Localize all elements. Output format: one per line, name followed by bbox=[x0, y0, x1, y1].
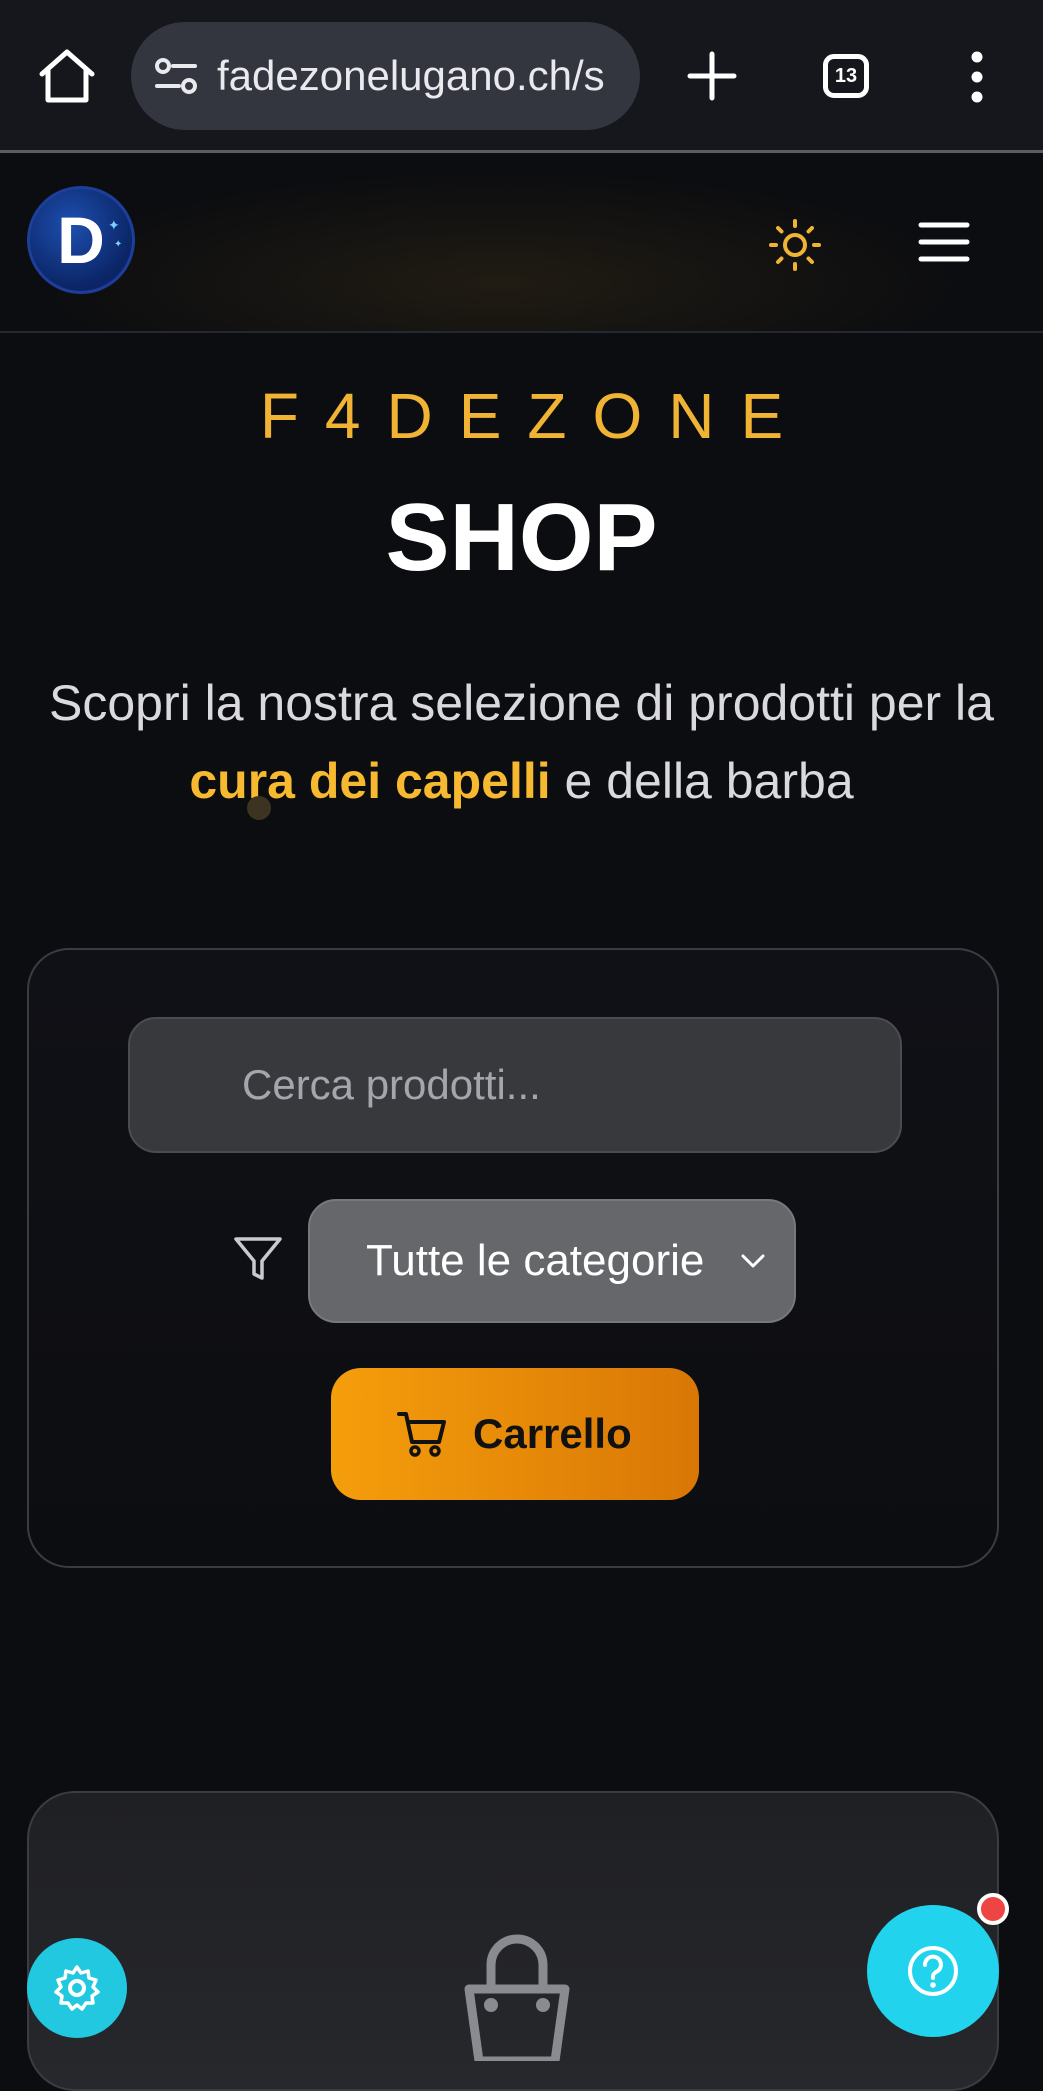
category-select-value: Tutte le categorie bbox=[366, 1236, 705, 1285]
help-icon bbox=[908, 1946, 958, 1996]
sparkle-icon: ✦ bbox=[114, 239, 123, 250]
sun-icon[interactable] bbox=[765, 215, 825, 275]
decorative-dot bbox=[247, 796, 271, 820]
plus-icon[interactable] bbox=[686, 50, 738, 102]
page-title: SHOP bbox=[385, 484, 658, 591]
cart-icon bbox=[397, 1412, 446, 1457]
product-card[interactable] bbox=[27, 1791, 999, 2091]
browser-toolbar: fadezonelugano.ch/s 13 bbox=[0, 0, 1043, 153]
address-bar[interactable]: fadezonelugano.ch/s bbox=[131, 22, 640, 130]
site-header: D ✦ ✦ bbox=[0, 153, 1043, 333]
chevron-down-icon bbox=[741, 1254, 765, 1268]
site-logo[interactable]: D ✦ ✦ bbox=[27, 186, 135, 294]
page-subtitle: Scopri la nostra selezione di prodotti p… bbox=[20, 664, 1023, 820]
sparkle-icon: ✦ bbox=[108, 217, 120, 233]
site-settings-icon[interactable] bbox=[153, 56, 199, 96]
shopping-bag-icon bbox=[464, 1934, 570, 2061]
settings-fab[interactable] bbox=[27, 1938, 127, 2038]
gear-icon bbox=[54, 1965, 100, 2011]
home-icon[interactable] bbox=[36, 48, 98, 104]
notification-badge bbox=[977, 1893, 1009, 1925]
filter-icon bbox=[234, 1237, 282, 1280]
subtitle-text-end: e della barba bbox=[550, 753, 854, 809]
url-text[interactable]: fadezonelugano.ch/s bbox=[217, 50, 605, 102]
category-select[interactable]: Tutte le categorie bbox=[308, 1199, 796, 1323]
search-input[interactable] bbox=[128, 1017, 902, 1153]
help-fab[interactable] bbox=[867, 1905, 999, 2037]
brand-name: F4DEZONE bbox=[259, 380, 810, 452]
more-vert-icon[interactable] bbox=[966, 50, 988, 104]
filter-panel: Tutte le categorie Carrello bbox=[27, 948, 999, 1568]
tab-switcher-button[interactable]: 13 bbox=[823, 54, 869, 98]
cart-button-label: Carrello bbox=[473, 1410, 632, 1457]
subtitle-text: Scopri la nostra selezione di prodotti p… bbox=[49, 675, 994, 731]
cart-button[interactable]: Carrello bbox=[331, 1368, 699, 1500]
menu-icon[interactable] bbox=[918, 220, 970, 264]
subtitle-highlight: cura dei capelli bbox=[189, 753, 551, 809]
